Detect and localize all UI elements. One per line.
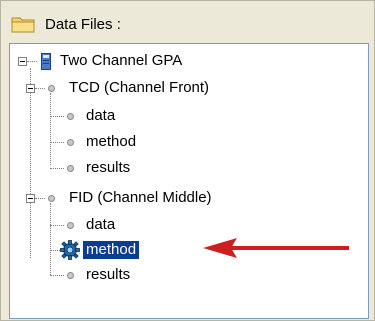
item-node-icon [67, 139, 74, 146]
data-files-panel: Data Files : Two Channel GPA TCD (Channe… [0, 0, 375, 321]
tree-line [30, 68, 31, 258]
item-node-icon [67, 272, 74, 279]
tree-channel-front[interactable]: TCD (Channel Front) [69, 79, 209, 97]
item-node-icon [67, 113, 74, 120]
channel-node-icon [48, 85, 55, 92]
channel-middle-collapse-toggle[interactable] [26, 194, 35, 203]
tree-item-middle-method[interactable]: method [81, 240, 141, 260]
red-arrow-icon [203, 238, 349, 258]
tree-item-front-data[interactable]: data [86, 107, 115, 125]
tree-line [50, 225, 64, 226]
tree-line [50, 93, 51, 165]
tree-item-front-results[interactable]: results [86, 159, 130, 177]
tree-line [50, 203, 51, 275]
tree-line [50, 168, 64, 169]
tree-channel-middle[interactable]: FID (Channel Middle) [69, 189, 212, 207]
item-node-icon [67, 222, 74, 229]
tree-line [50, 275, 64, 276]
data-files-tree[interactable]: Two Channel GPA TCD (Channel Front) data… [9, 43, 369, 319]
channel-node-icon [48, 195, 55, 202]
tree-line [50, 142, 64, 143]
data-files-header: Data Files : [11, 13, 121, 35]
root-collapse-toggle[interactable] [18, 57, 27, 66]
data-files-title: Data Files : [45, 15, 121, 33]
tree-item-middle-results[interactable]: results [86, 266, 130, 284]
tree-item-middle-data[interactable]: data [86, 216, 115, 234]
item-node-icon [67, 165, 74, 172]
folder-icon [11, 17, 35, 33]
tree-root-label[interactable]: Two Channel GPA [60, 52, 182, 70]
gc-instrument-icon [41, 53, 51, 70]
gear-icon [60, 240, 80, 260]
tree-line [35, 88, 45, 89]
tree-item-front-method[interactable]: method [86, 133, 136, 151]
tree-line [50, 250, 60, 251]
tree-line [27, 61, 37, 62]
tree-line [50, 116, 64, 117]
channel-front-collapse-toggle[interactable] [26, 84, 35, 93]
tree-line [35, 198, 45, 199]
